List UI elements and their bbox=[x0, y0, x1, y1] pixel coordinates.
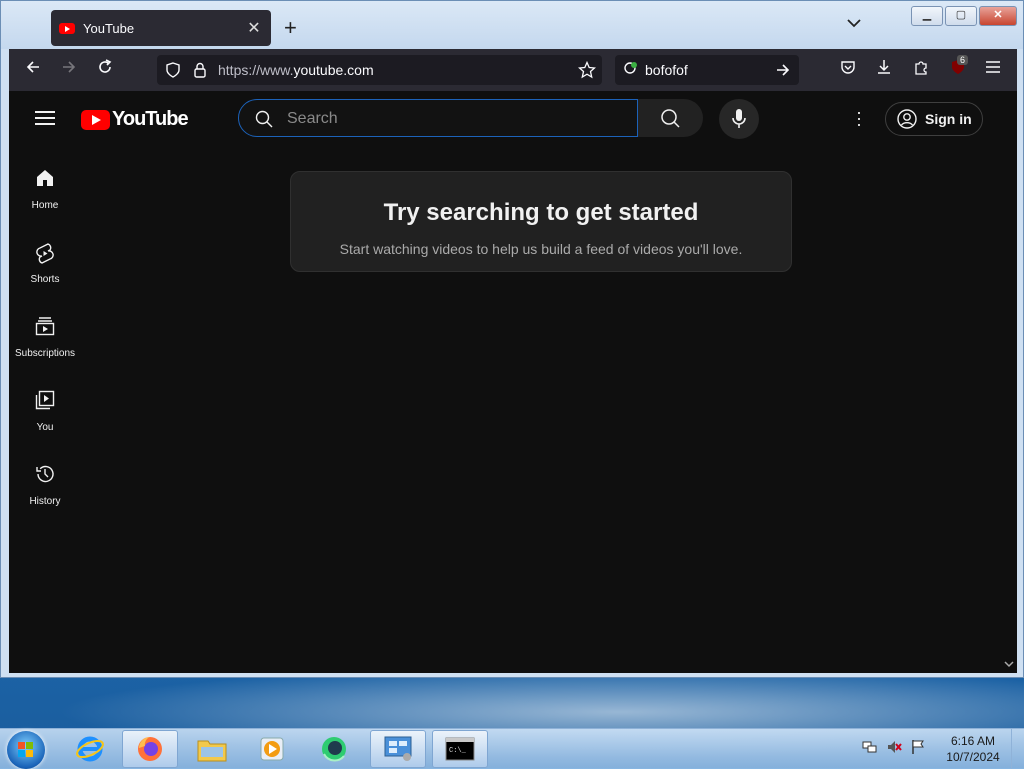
shield-icon[interactable] bbox=[165, 62, 181, 83]
youtube-logo-text: YouTube bbox=[112, 108, 189, 130]
sidebar-item-you[interactable]: You bbox=[9, 369, 81, 439]
you-icon bbox=[35, 390, 55, 410]
minimize-button[interactable]: ▁ bbox=[911, 6, 943, 26]
settings-more-icon[interactable]: · · · bbox=[855, 103, 863, 133]
maximize-button[interactable]: ▢ bbox=[945, 6, 977, 26]
youtube-page: YouTube ··· bbox=[9, 91, 1017, 673]
sidebar-item-subscriptions[interactable]: Subscriptions bbox=[9, 295, 81, 365]
list-all-tabs-chevron-down-icon[interactable] bbox=[847, 15, 861, 33]
new-tab-button[interactable]: + bbox=[284, 15, 297, 41]
command-prompt-icon: C:\_ bbox=[445, 737, 475, 761]
window-controls: ▁ ▢ ✕ bbox=[911, 6, 1017, 26]
taskbar-media-player[interactable] bbox=[244, 730, 300, 768]
taskbar: C:\_ 6:16 AM 10/7/2024 bbox=[0, 728, 1024, 769]
show-desktop-button[interactable] bbox=[1011, 729, 1024, 769]
youtube-search-button[interactable] bbox=[638, 99, 703, 137]
firefox-icon bbox=[138, 737, 162, 761]
pocket-icon[interactable] bbox=[840, 59, 856, 80]
search-button-icon bbox=[660, 108, 680, 133]
sign-in-button[interactable]: Sign in bbox=[885, 102, 983, 136]
go-arrow-icon[interactable] bbox=[775, 62, 791, 83]
web-search-box[interactable]: bofofof bbox=[615, 55, 799, 85]
extension-badge: 6 bbox=[957, 55, 969, 65]
tab-youtube[interactable]: YouTube ✕ bbox=[51, 10, 271, 46]
url-prefix: https://www. bbox=[218, 62, 294, 78]
media-player-icon bbox=[260, 737, 284, 761]
start-button[interactable] bbox=[7, 731, 45, 769]
green-browser-icon bbox=[322, 737, 346, 762]
address-bar[interactable]: https://www.youtube.com bbox=[157, 55, 602, 85]
volume-muted-icon[interactable] bbox=[886, 739, 902, 760]
youtube-favicon-icon bbox=[59, 22, 75, 34]
lock-icon[interactable] bbox=[193, 62, 207, 83]
youtube-search-field[interactable] bbox=[238, 99, 638, 137]
browser-window: YouTube ✕ + ▁ ▢ ✕ https://www.youtube.co… bbox=[0, 0, 1024, 678]
extensions-puzzle-icon[interactable] bbox=[913, 59, 929, 80]
url-domain: youtube.com bbox=[293, 62, 374, 78]
shorts-icon bbox=[36, 243, 54, 264]
reload-icon[interactable] bbox=[97, 59, 113, 80]
search-icon bbox=[255, 110, 273, 133]
tab-close-icon[interactable]: ✕ bbox=[245, 18, 263, 38]
sidebar-item-shorts[interactable]: Shorts bbox=[9, 221, 81, 291]
system-clock[interactable]: 6:16 AM 10/7/2024 bbox=[944, 733, 1002, 765]
empty-feed-prompt: Try searching to get started Start watch… bbox=[290, 171, 792, 272]
clock-time: 6:16 AM bbox=[950, 734, 996, 748]
microphone-icon bbox=[732, 108, 746, 135]
url-text: https://www.youtube.com bbox=[218, 62, 374, 78]
youtube-header: YouTube ··· bbox=[9, 91, 1017, 147]
navigation-toolbar: https://www.youtube.com bofofof 6 bbox=[9, 49, 1017, 91]
home-icon bbox=[37, 170, 53, 186]
network-icon[interactable] bbox=[862, 739, 878, 760]
web-search-value: bofofof bbox=[645, 62, 688, 78]
taskbar-control-panel[interactable] bbox=[370, 730, 426, 768]
sidebar-label-you: You bbox=[36, 422, 54, 433]
taskbar-browser-app[interactable] bbox=[306, 730, 362, 768]
svg-text:C:\_: C:\_ bbox=[449, 747, 467, 755]
close-window-button[interactable]: ✕ bbox=[979, 6, 1017, 26]
action-center-flag-icon[interactable] bbox=[910, 739, 926, 760]
system-tray bbox=[862, 739, 926, 760]
subscriptions-icon bbox=[35, 317, 55, 336]
tab-title: YouTube bbox=[83, 20, 135, 36]
forward-arrow-icon[interactable] bbox=[61, 59, 77, 80]
clock-date: 10/7/2024 bbox=[946, 750, 1000, 764]
taskbar-file-explorer[interactable] bbox=[184, 730, 240, 768]
bookmark-star-icon[interactable] bbox=[577, 60, 597, 84]
folder-icon bbox=[197, 740, 227, 762]
taskbar-internet-explorer[interactable] bbox=[62, 730, 118, 768]
back-arrow-icon[interactable] bbox=[25, 59, 41, 80]
title-bar: YouTube ✕ + ▁ ▢ ✕ bbox=[1, 1, 1023, 49]
scroll-down-chevron-icon[interactable] bbox=[1004, 659, 1014, 671]
taskbar-firefox[interactable] bbox=[122, 730, 178, 768]
taskbar-command-prompt[interactable]: C:\_ bbox=[432, 730, 488, 768]
sidebar-label-history: History bbox=[29, 496, 61, 507]
voice-search-button[interactable] bbox=[719, 99, 759, 139]
empty-state-subtext: Start watching videos to help us build a… bbox=[339, 241, 743, 257]
guide-menu-icon[interactable] bbox=[35, 111, 55, 125]
internet-explorer-icon bbox=[76, 736, 104, 762]
youtube-search-input[interactable] bbox=[285, 108, 619, 130]
menu-hamburger-icon[interactable] bbox=[985, 59, 1001, 79]
sidebar-item-home[interactable]: Home bbox=[9, 147, 81, 217]
downloads-icon[interactable] bbox=[876, 59, 892, 80]
search-engine-icon bbox=[623, 61, 639, 82]
history-icon bbox=[36, 465, 54, 483]
account-circle-icon bbox=[897, 109, 917, 129]
control-panel-icon bbox=[384, 736, 412, 761]
youtube-logo[interactable]: YouTube bbox=[81, 108, 189, 131]
empty-state-heading: Try searching to get started bbox=[383, 199, 699, 226]
sidebar-label-subscriptions: Subscriptions bbox=[14, 348, 76, 359]
sign-in-label: Sign in bbox=[925, 111, 972, 127]
sidebar-label-shorts: Shorts bbox=[30, 274, 60, 285]
sidebar-item-history[interactable]: History bbox=[9, 443, 81, 513]
youtube-play-icon bbox=[81, 109, 110, 130]
sidebar-label-home: Home bbox=[31, 200, 59, 211]
windows-logo-icon bbox=[18, 742, 33, 757]
